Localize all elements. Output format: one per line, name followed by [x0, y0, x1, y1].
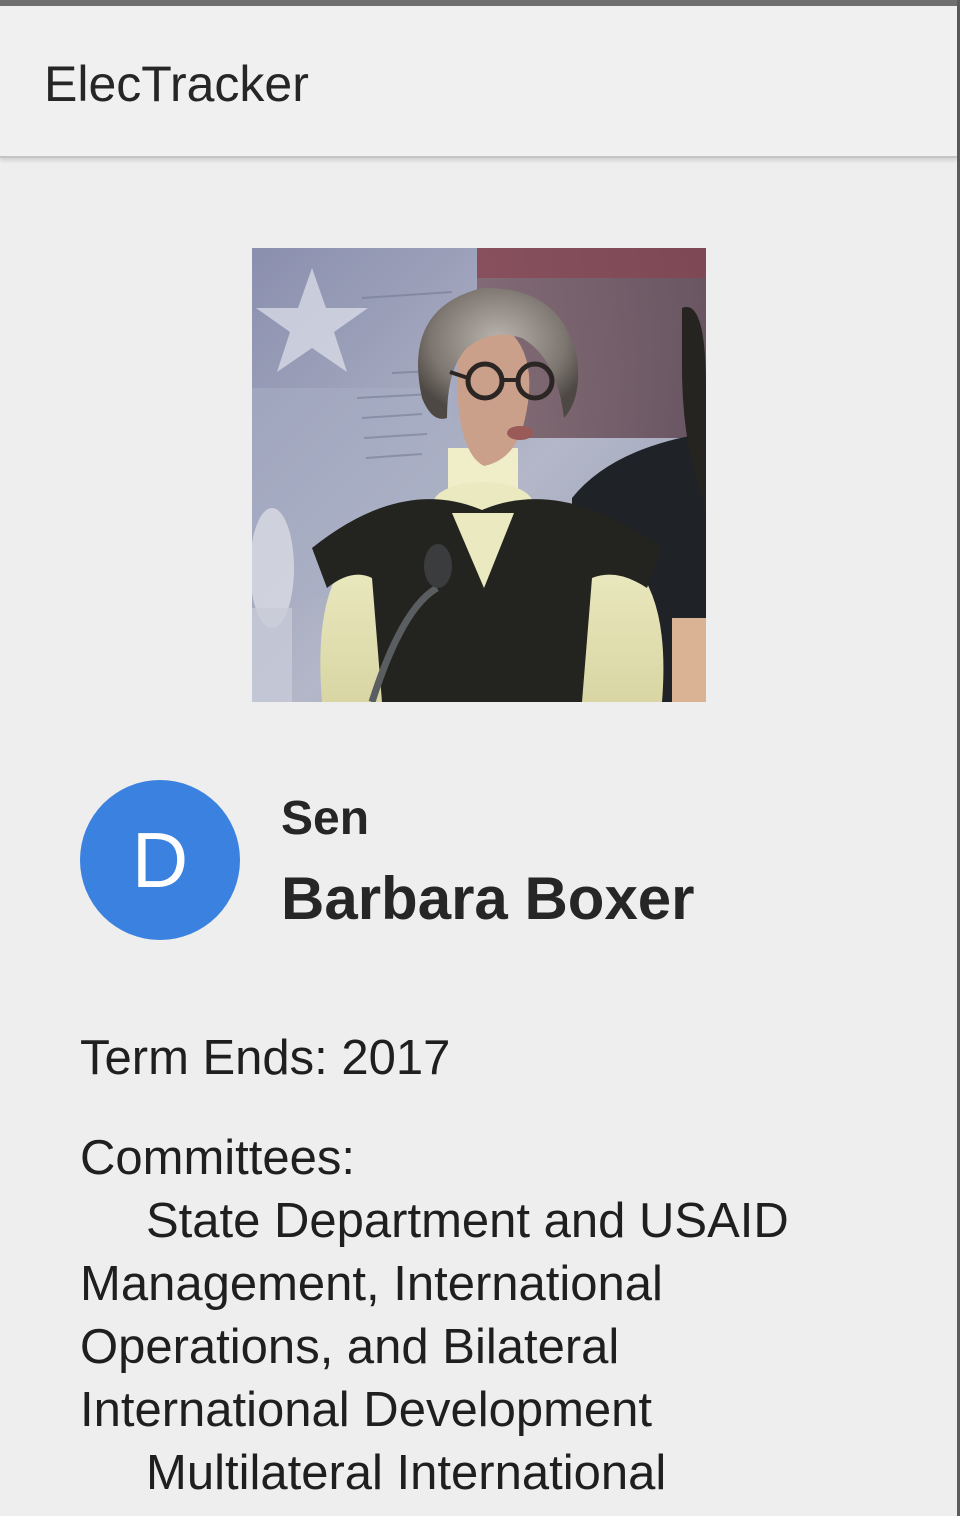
app-title: ElecTracker	[44, 56, 309, 112]
app-bar: ElecTracker	[0, 6, 957, 158]
representative-name: Barbara Boxer	[281, 865, 695, 932]
title-prefix: Sen	[281, 792, 370, 845]
party-avatar: D	[80, 780, 240, 940]
committee-item: Multilateral International	[146, 1446, 667, 1500]
representative-photo	[252, 248, 706, 702]
committee-item: State Department and USAID Management, I…	[80, 1194, 789, 1437]
representative-photo-image	[252, 248, 706, 702]
committees-heading: Committees:	[80, 1131, 356, 1185]
term-ends: Term Ends: 2017	[80, 1031, 451, 1085]
committees-section: Committees: State Department and USAID M…	[80, 1127, 880, 1505]
